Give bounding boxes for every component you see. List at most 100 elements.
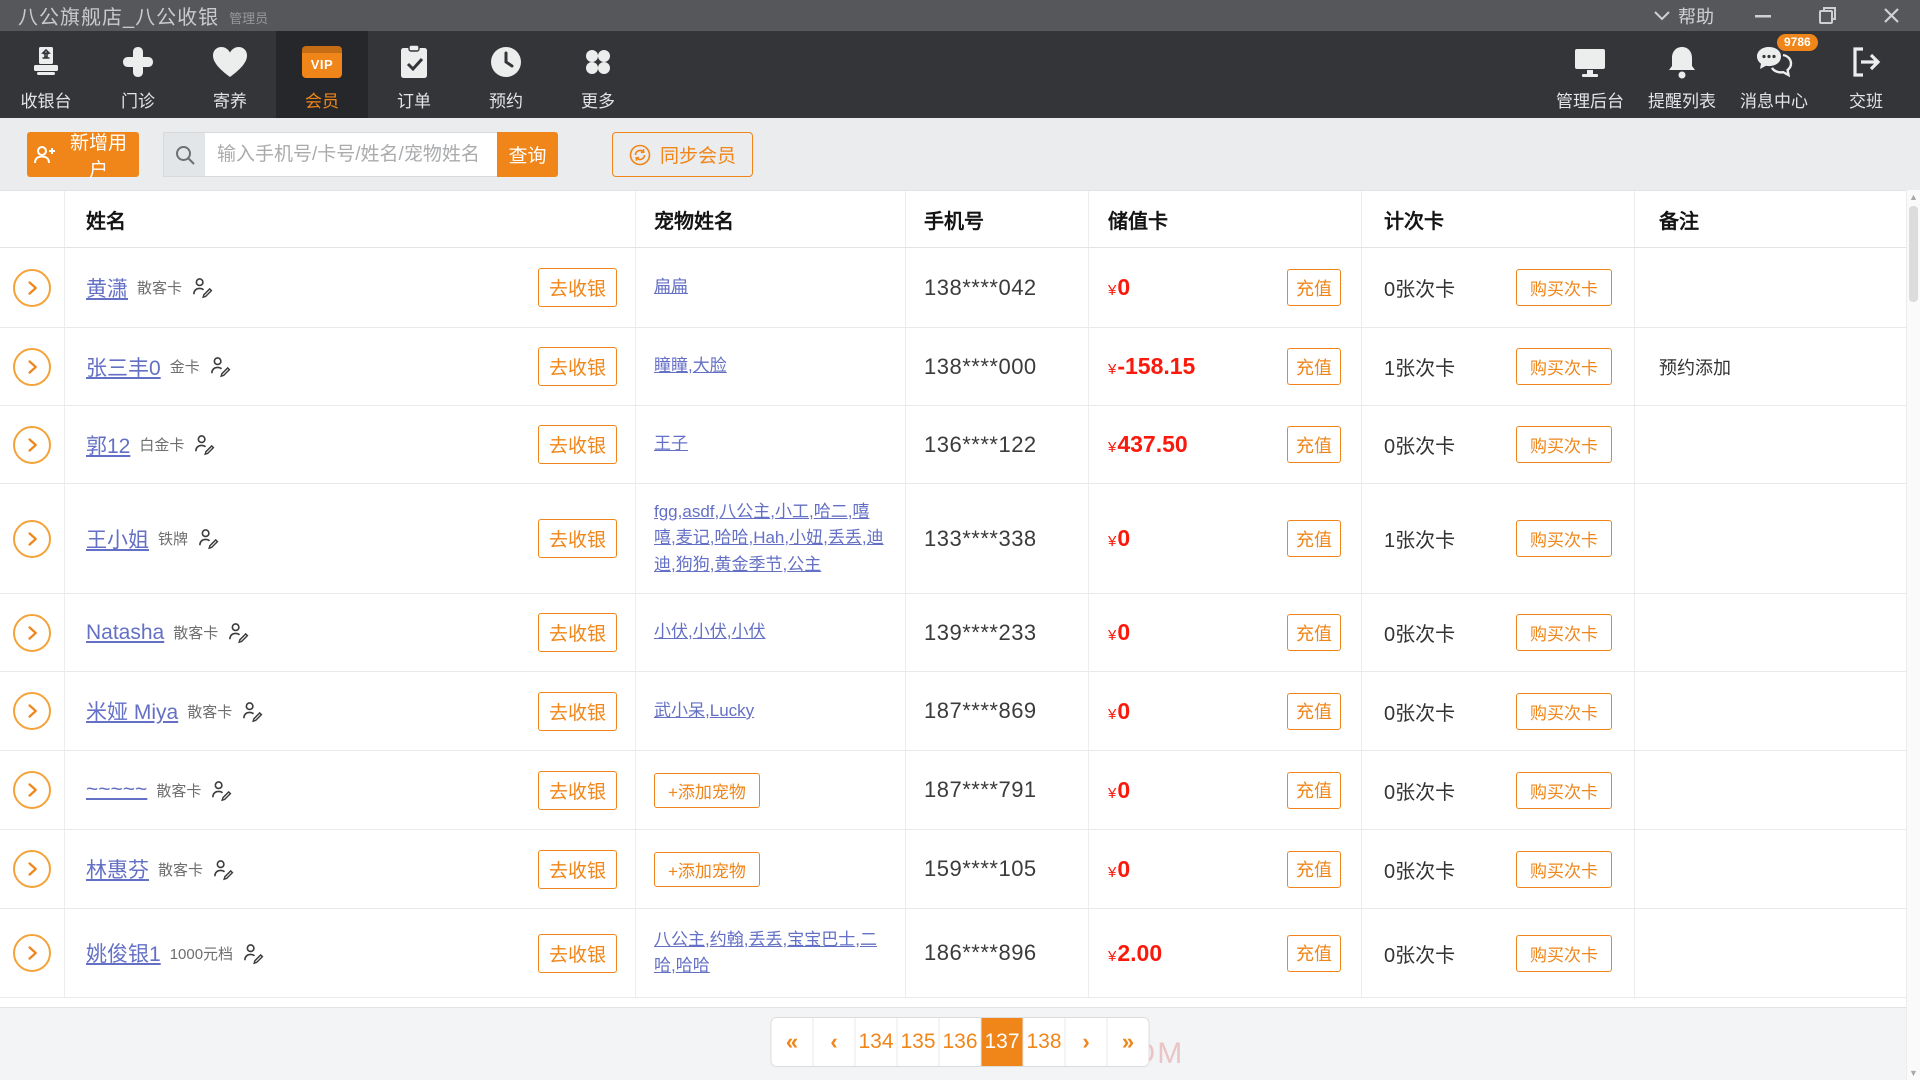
pet-name-link[interactable]: Hah xyxy=(753,528,784,547)
go-checkout-button[interactable]: 去收银 xyxy=(538,268,617,307)
recharge-button[interactable]: 充值 xyxy=(1287,693,1341,730)
expand-row-button[interactable] xyxy=(13,934,51,972)
expand-row-button[interactable] xyxy=(13,614,51,652)
page-nav-button[interactable]: « xyxy=(772,1018,814,1066)
pet-name-link[interactable]: 麦记 xyxy=(676,528,710,547)
nav-item-更多[interactable]: 更多 xyxy=(552,31,644,118)
recharge-button[interactable]: 充值 xyxy=(1287,426,1341,463)
nav-item-订单[interactable]: 订单 xyxy=(368,31,460,118)
go-checkout-button[interactable]: 去收银 xyxy=(538,425,617,464)
expand-row-button[interactable] xyxy=(13,771,51,809)
pet-name-link[interactable]: 狗狗 xyxy=(676,555,710,574)
recharge-button[interactable]: 充值 xyxy=(1287,348,1341,385)
member-edit-icon[interactable] xyxy=(210,779,233,802)
sync-members-button[interactable]: 同步会员 xyxy=(612,132,753,177)
buy-count-card-button[interactable]: 购买次卡 xyxy=(1516,614,1612,651)
buy-count-card-button[interactable]: 购买次卡 xyxy=(1516,851,1612,888)
buy-count-card-button[interactable]: 购买次卡 xyxy=(1516,520,1612,557)
vertical-scrollbar[interactable]: ▲ ▼ xyxy=(1906,190,1920,1080)
pet-name-link[interactable]: 小妞 xyxy=(789,528,823,547)
recharge-button[interactable]: 充值 xyxy=(1287,614,1341,651)
pet-name-link[interactable]: 八公主 xyxy=(654,930,705,949)
member-edit-icon[interactable] xyxy=(227,621,250,644)
pet-name-link[interactable]: 哈哈 xyxy=(714,528,748,547)
page-button-134[interactable]: 134 xyxy=(856,1018,898,1066)
member-edit-icon[interactable] xyxy=(193,433,216,456)
pet-name-link[interactable]: asdf xyxy=(682,502,714,521)
pet-name-link[interactable]: 扁扁 xyxy=(654,277,688,296)
go-checkout-button[interactable]: 去收银 xyxy=(538,613,617,652)
buy-count-card-button[interactable]: 购买次卡 xyxy=(1516,348,1612,385)
member-edit-icon[interactable] xyxy=(212,858,235,881)
recharge-button[interactable]: 充值 xyxy=(1287,269,1341,306)
pet-name-link[interactable]: 哈哈 xyxy=(676,956,710,975)
pet-name-link[interactable]: 丢丢 xyxy=(828,528,862,547)
go-checkout-button[interactable]: 去收银 xyxy=(538,934,617,973)
page-nav-button[interactable]: › xyxy=(1066,1018,1108,1066)
member-name-link[interactable]: 黄潇 xyxy=(86,273,128,303)
member-name-link[interactable]: 姚俊银1 xyxy=(86,938,161,968)
go-checkout-button[interactable]: 去收银 xyxy=(538,347,617,386)
pet-name-link[interactable]: Lucky xyxy=(710,701,754,720)
pet-name-link[interactable]: 瞳瞳 xyxy=(654,356,688,375)
nav-item-预约[interactable]: 预约 xyxy=(460,31,552,118)
expand-row-button[interactable] xyxy=(13,520,51,558)
expand-row-button[interactable] xyxy=(13,426,51,464)
member-edit-icon[interactable] xyxy=(197,527,220,550)
pet-name-link[interactable]: 宝宝巴士 xyxy=(787,930,855,949)
pet-name-link[interactable]: fgg xyxy=(654,502,678,521)
nav-item-交班[interactable]: 交班 xyxy=(1820,31,1912,118)
pet-name-link[interactable]: 大脸 xyxy=(693,356,727,375)
scroll-up-icon[interactable]: ▲ xyxy=(1907,190,1920,204)
nav-item-寄养[interactable]: 寄养 xyxy=(184,31,276,118)
add-user-button[interactable]: 新增用户 xyxy=(27,132,139,177)
recharge-button[interactable]: 充值 xyxy=(1287,520,1341,557)
buy-count-card-button[interactable]: 购买次卡 xyxy=(1516,693,1612,730)
minimize-button[interactable] xyxy=(1748,3,1778,29)
buy-count-card-button[interactable]: 购买次卡 xyxy=(1516,772,1612,809)
nav-item-门诊[interactable]: 门诊 xyxy=(92,31,184,118)
page-nav-button[interactable]: » xyxy=(1108,1018,1149,1066)
recharge-button[interactable]: 充值 xyxy=(1287,851,1341,888)
pet-name-link[interactable]: 黄金季节 xyxy=(714,555,782,574)
go-checkout-button[interactable]: 去收银 xyxy=(538,850,617,889)
member-name-link[interactable]: Natasha xyxy=(86,621,164,645)
nav-item-管理后台[interactable]: 管理后台 xyxy=(1544,31,1636,118)
go-checkout-button[interactable]: 去收银 xyxy=(538,692,617,731)
scrollbar-thumb[interactable] xyxy=(1909,206,1918,302)
query-button[interactable]: 查询 xyxy=(497,132,558,177)
expand-row-button[interactable] xyxy=(13,692,51,730)
scroll-down-icon[interactable]: ▼ xyxy=(1907,1066,1920,1080)
expand-row-button[interactable] xyxy=(13,269,51,307)
buy-count-card-button[interactable]: 购买次卡 xyxy=(1516,935,1612,972)
pet-name-link[interactable]: 小伏 xyxy=(731,622,765,641)
member-edit-icon[interactable] xyxy=(191,276,214,299)
page-button-138[interactable]: 138 xyxy=(1024,1018,1066,1066)
pet-name-link[interactable]: 八公主 xyxy=(719,502,770,521)
recharge-button[interactable]: 充值 xyxy=(1287,772,1341,809)
restore-button[interactable] xyxy=(1812,3,1842,29)
buy-count-card-button[interactable]: 购买次卡 xyxy=(1516,426,1612,463)
page-nav-button[interactable]: ‹ xyxy=(814,1018,856,1066)
expand-row-button[interactable] xyxy=(13,850,51,888)
add-pet-button[interactable]: +添加宠物 xyxy=(654,852,760,887)
close-icon[interactable] xyxy=(1876,3,1906,29)
pet-name-link[interactable]: 武小呆 xyxy=(654,701,705,720)
member-name-link[interactable]: ~~~~~ xyxy=(86,778,147,802)
search-input[interactable] xyxy=(205,132,501,177)
member-edit-icon[interactable] xyxy=(242,942,265,965)
member-name-link[interactable]: 林惠芬 xyxy=(86,854,149,884)
member-name-link[interactable]: 张三丰0 xyxy=(86,352,161,382)
pet-name-link[interactable]: 小伏 xyxy=(654,622,688,641)
member-name-link[interactable]: 王小姐 xyxy=(86,524,149,554)
pet-name-link[interactable]: 约翰 xyxy=(710,930,744,949)
nav-item-提醒列表[interactable]: 提醒列表 xyxy=(1636,31,1728,118)
member-name-link[interactable]: 米娅 Miya xyxy=(86,696,178,726)
page-button-135[interactable]: 135 xyxy=(898,1018,940,1066)
help-menu[interactable]: 帮助 xyxy=(1654,3,1714,29)
pet-name-link[interactable]: 小工 xyxy=(775,502,809,521)
pet-name-link[interactable]: 哈二 xyxy=(814,502,848,521)
member-edit-icon[interactable] xyxy=(241,700,264,723)
expand-row-button[interactable] xyxy=(13,348,51,386)
pet-name-link[interactable]: 小伏 xyxy=(693,622,727,641)
